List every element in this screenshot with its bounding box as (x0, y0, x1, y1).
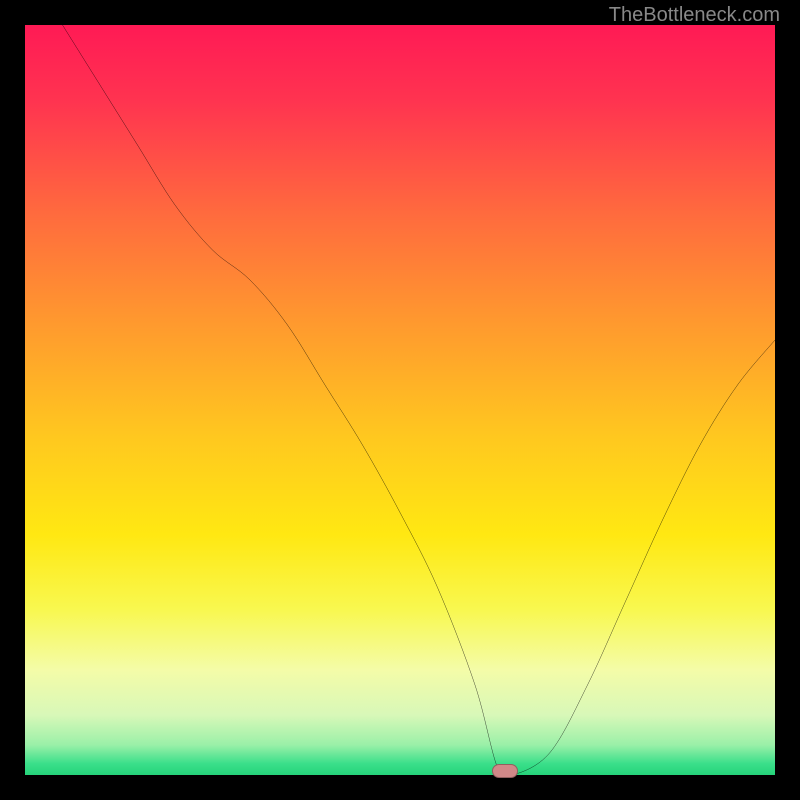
watermark-text: TheBottleneck.com (609, 4, 780, 27)
chart-marker (492, 764, 518, 778)
chart-plot (25, 25, 775, 775)
chart-gradient-background (25, 25, 775, 775)
